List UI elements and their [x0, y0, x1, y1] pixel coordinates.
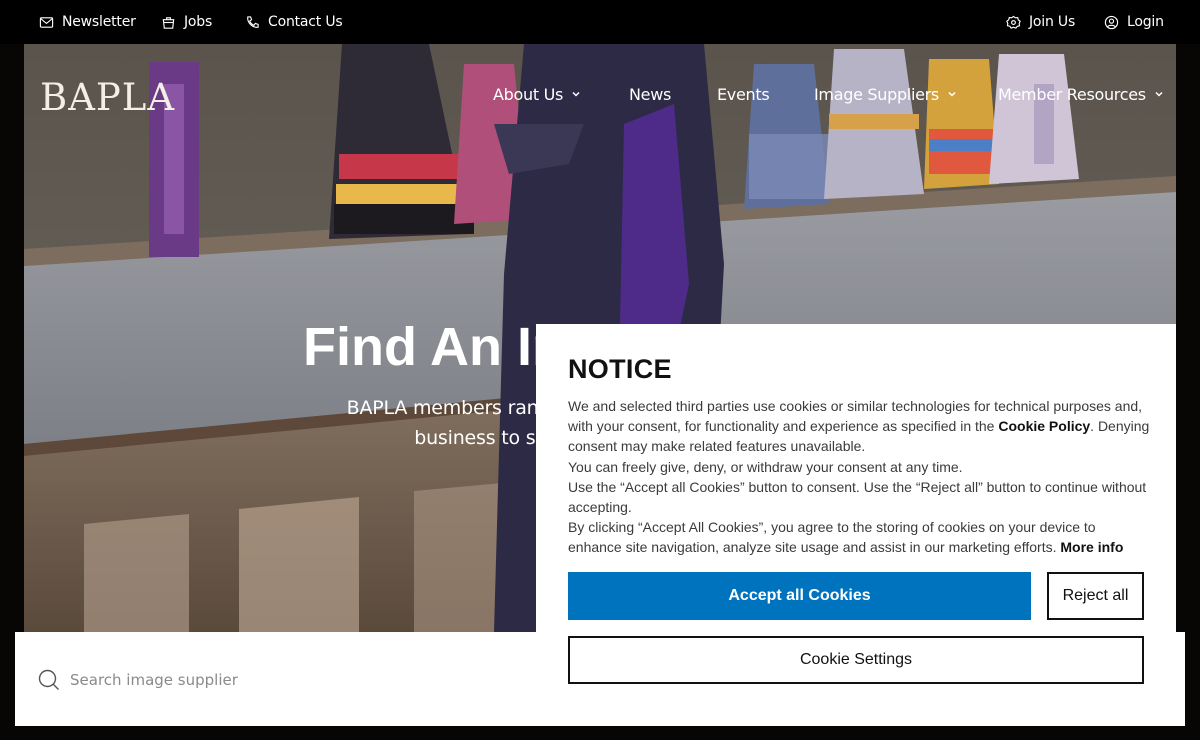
search-icon[interactable] [38, 669, 60, 691]
join-link[interactable]: Join Us [1006, 0, 1075, 44]
notice-title: NOTICE [568, 354, 672, 384]
briefcase-icon [162, 16, 175, 29]
notice-paragraph: We and selected third parties use cookie… [568, 396, 1152, 457]
search-input[interactable] [70, 666, 530, 694]
nav-about[interactable]: About Us [493, 82, 581, 106]
notice-paragraph: Use the “Accept all Cookies” button to c… [568, 478, 1147, 516]
contact-label: Contact Us [268, 14, 343, 30]
chevron-down-icon [572, 91, 580, 97]
notice-paragraph: By clicking “Accept All Cookies”, you ag… [568, 517, 1152, 557]
newsletter-link[interactable]: Newsletter [39, 0, 136, 44]
reject-all-button[interactable]: Reject all [1047, 572, 1144, 620]
nav-news[interactable]: News [629, 82, 671, 106]
cookie-policy-link[interactable]: Cookie Policy [998, 418, 1090, 434]
site-logo[interactable]: BAPLA [40, 76, 175, 119]
envelope-icon [39, 16, 54, 28]
page: Newsletter Jobs Contact Us Join Us Login [0, 0, 1200, 740]
notice-body: We and selected third parties use cookie… [568, 396, 1152, 558]
more-info-link[interactable]: More info [1060, 539, 1123, 555]
nav-image-suppliers[interactable]: Image Suppliers [814, 82, 957, 106]
contact-link[interactable]: Contact Us [245, 0, 343, 44]
badge-icon [1006, 15, 1021, 29]
nav-member-resources[interactable]: Member Resources [998, 82, 1164, 106]
accept-all-cookies-button[interactable]: Accept all Cookies [568, 572, 1031, 620]
nav-suppliers-label: Image Suppliers [814, 84, 939, 104]
login-label: Login [1127, 14, 1164, 30]
newsletter-label: Newsletter [62, 14, 136, 30]
chevron-down-icon [948, 91, 956, 97]
notice-paragraph: You can freely give, deny, or withdraw y… [568, 458, 963, 475]
nav-about-label: About Us [493, 84, 564, 104]
login-link[interactable]: Login [1104, 0, 1164, 44]
nav-news-label: News [629, 84, 672, 104]
phone-icon [247, 15, 259, 28]
chevron-down-icon [1155, 91, 1163, 97]
nav-events-label: Events [717, 84, 770, 104]
jobs-label: Jobs [184, 14, 213, 30]
join-label: Join Us [1029, 14, 1076, 30]
nav-events[interactable]: Events [717, 82, 770, 106]
user-icon [1104, 15, 1119, 29]
utility-bar: Newsletter Jobs Contact Us Join Us Login [0, 0, 1200, 44]
nav-resources-label: Member Resources [998, 84, 1146, 104]
cookie-settings-button[interactable]: Cookie Settings [568, 636, 1144, 684]
notice-text: By clicking “Accept All Cookies”, you ag… [568, 519, 1096, 556]
jobs-link[interactable]: Jobs [161, 0, 212, 44]
